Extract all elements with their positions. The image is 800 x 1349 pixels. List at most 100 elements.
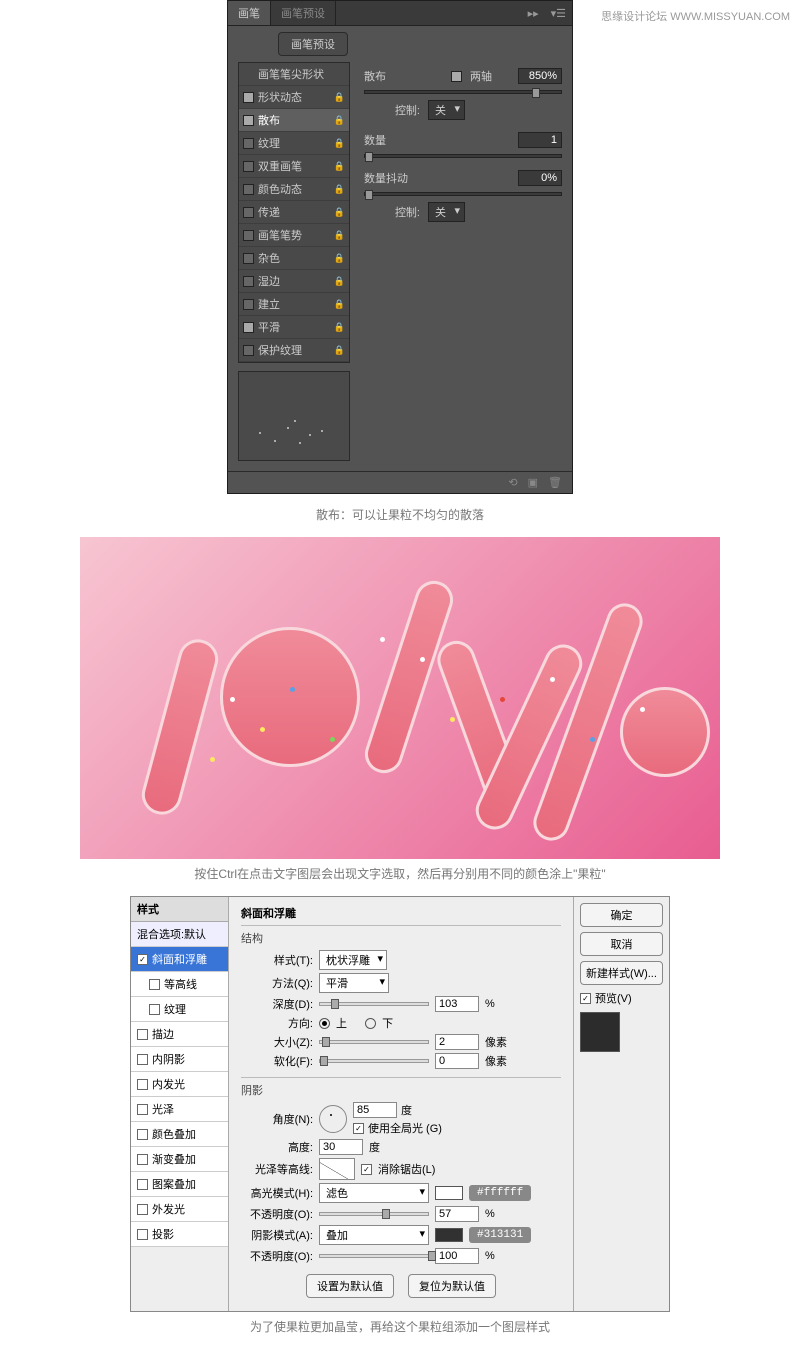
checkbox-icon[interactable] xyxy=(243,230,254,241)
jitter-value[interactable]: 0% xyxy=(518,170,562,186)
li-pattern-overlay[interactable]: 图案叠加 xyxy=(131,1172,228,1197)
trash-icon[interactable]: 🗑 xyxy=(548,476,562,489)
checkbox-icon[interactable] xyxy=(243,345,254,356)
li-stroke[interactable]: 描边 xyxy=(131,1022,228,1047)
checkbox-icon[interactable] xyxy=(243,207,254,218)
li-drop-shadow[interactable]: 投影 xyxy=(131,1222,228,1247)
hl-opacity-input[interactable] xyxy=(435,1206,479,1222)
li-contour[interactable]: 等高线 xyxy=(131,972,228,997)
soften-slider[interactable] xyxy=(319,1059,429,1063)
checkbox-icon[interactable] xyxy=(243,184,254,195)
ok-button[interactable]: 确定 xyxy=(580,903,663,927)
depth-slider[interactable] xyxy=(319,1002,429,1006)
checkbox-icon[interactable] xyxy=(243,276,254,287)
checkbox-icon[interactable] xyxy=(137,1229,148,1240)
checkbox-icon[interactable] xyxy=(243,299,254,310)
brush-tip-shape[interactable]: 画笔笔尖形状 xyxy=(239,63,349,86)
checkbox-icon[interactable] xyxy=(149,1004,160,1015)
control-select[interactable]: 关 xyxy=(428,100,465,120)
lock-icon: 🔒 xyxy=(334,115,345,126)
menu-icon[interactable]: ▾☰ xyxy=(545,7,572,20)
brush-preset-button[interactable]: 画笔预设 xyxy=(278,32,348,56)
opt-dual-brush[interactable]: 双重画笔🔒 xyxy=(239,155,349,178)
opt-shape-dynamics[interactable]: 形状动态🔒 xyxy=(239,86,349,109)
checkbox-icon[interactable] xyxy=(137,1079,148,1090)
both-axes-check[interactable] xyxy=(451,71,462,82)
method-select[interactable]: 平滑 xyxy=(319,973,389,993)
control2-select[interactable]: 关 xyxy=(428,202,465,222)
checkbox-icon[interactable] xyxy=(137,1154,148,1165)
checkbox-icon[interactable] xyxy=(137,1129,148,1140)
checkbox-icon[interactable] xyxy=(137,1029,148,1040)
antialias-check[interactable]: ✓ xyxy=(361,1164,372,1175)
opt-brush-pose[interactable]: 画笔笔势🔒 xyxy=(239,224,349,247)
jitter-slider[interactable] xyxy=(364,192,562,196)
li-outer-glow[interactable]: 外发光 xyxy=(131,1197,228,1222)
checkbox-icon[interactable] xyxy=(243,92,254,103)
reset-default-button[interactable]: 复位为默认值 xyxy=(408,1274,496,1298)
new-style-button[interactable]: 新建样式(W)... xyxy=(580,961,663,985)
opt-protect-texture[interactable]: 保护纹理🔒 xyxy=(239,339,349,362)
count-slider[interactable] xyxy=(364,154,562,158)
li-inner-shadow[interactable]: 内阴影 xyxy=(131,1047,228,1072)
sh-color-swatch[interactable] xyxy=(435,1228,463,1242)
checkbox-icon[interactable] xyxy=(137,1054,148,1065)
checkbox-icon[interactable] xyxy=(243,115,254,126)
checkbox-icon[interactable] xyxy=(243,322,254,333)
size-slider[interactable] xyxy=(319,1040,429,1044)
checkbox-icon[interactable] xyxy=(243,253,254,264)
section-shading: 阴影 xyxy=(241,1077,561,1098)
opt-buildup[interactable]: 建立🔒 xyxy=(239,293,349,316)
opt-color-dynamics[interactable]: 颜色动态🔒 xyxy=(239,178,349,201)
li-color-overlay[interactable]: 颜色叠加 xyxy=(131,1122,228,1147)
count-value[interactable]: 1 xyxy=(518,132,562,148)
radio-down[interactable] xyxy=(365,1018,376,1029)
checkbox-icon[interactable] xyxy=(149,979,160,990)
tab-brush-preset[interactable]: 画笔预设 xyxy=(271,1,336,25)
global-light-check[interactable]: ✓ xyxy=(353,1123,364,1134)
preview-check[interactable]: ✓ xyxy=(580,993,591,1004)
li-gradient-overlay[interactable]: 渐变叠加 xyxy=(131,1147,228,1172)
sh-opacity-slider[interactable] xyxy=(319,1254,429,1258)
li-texture[interactable]: 纹理 xyxy=(131,997,228,1022)
li-bevel[interactable]: ✓斜面和浮雕 xyxy=(131,947,228,972)
tab-brush[interactable]: 画笔 xyxy=(228,1,271,25)
opt-smoothing[interactable]: 平滑🔒 xyxy=(239,316,349,339)
altitude-input[interactable] xyxy=(319,1139,363,1155)
checkbox-icon[interactable] xyxy=(137,1204,148,1215)
opt-texture[interactable]: 纹理🔒 xyxy=(239,132,349,155)
scatter-value[interactable]: 850% xyxy=(518,68,562,84)
hl-mode-select[interactable]: 滤色 xyxy=(319,1183,429,1203)
soften-input[interactable] xyxy=(435,1053,479,1069)
gloss-contour[interactable] xyxy=(319,1158,355,1180)
scatter-slider[interactable] xyxy=(364,90,562,94)
blend-options[interactable]: 混合选项:默认 xyxy=(131,922,228,947)
style-select[interactable]: 枕状浮雕 xyxy=(319,950,387,970)
hl-color-swatch[interactable] xyxy=(435,1186,463,1200)
checkbox-icon[interactable]: ✓ xyxy=(137,954,148,965)
lock-icon: 🔒 xyxy=(334,92,345,103)
angle-dial[interactable] xyxy=(319,1105,347,1133)
opt-noise[interactable]: 杂色🔒 xyxy=(239,247,349,270)
checkbox-icon[interactable] xyxy=(137,1179,148,1190)
li-satin[interactable]: 光泽 xyxy=(131,1097,228,1122)
depth-input[interactable] xyxy=(435,996,479,1012)
opt-scatter[interactable]: 散布🔒 xyxy=(239,109,349,132)
set-default-button[interactable]: 设置为默认值 xyxy=(306,1274,394,1298)
hl-opacity-slider[interactable] xyxy=(319,1212,429,1216)
toggle-icon[interactable]: ⟲ xyxy=(508,476,517,489)
checkbox-icon[interactable] xyxy=(243,161,254,172)
checkbox-icon[interactable] xyxy=(243,138,254,149)
radio-up[interactable] xyxy=(319,1018,330,1029)
angle-input[interactable] xyxy=(353,1102,397,1118)
li-inner-glow[interactable]: 内发光 xyxy=(131,1072,228,1097)
cancel-button[interactable]: 取消 xyxy=(580,932,663,956)
sh-opacity-input[interactable] xyxy=(435,1248,479,1264)
size-input[interactable] xyxy=(435,1034,479,1050)
checkbox-icon[interactable] xyxy=(137,1104,148,1115)
opt-wet-edges[interactable]: 湿边🔒 xyxy=(239,270,349,293)
collapse-icon[interactable]: ▸▸ xyxy=(522,7,545,20)
opt-transfer[interactable]: 传递🔒 xyxy=(239,201,349,224)
new-icon[interactable]: ▣ xyxy=(528,476,538,489)
sh-mode-select[interactable]: 叠加 xyxy=(319,1225,429,1245)
